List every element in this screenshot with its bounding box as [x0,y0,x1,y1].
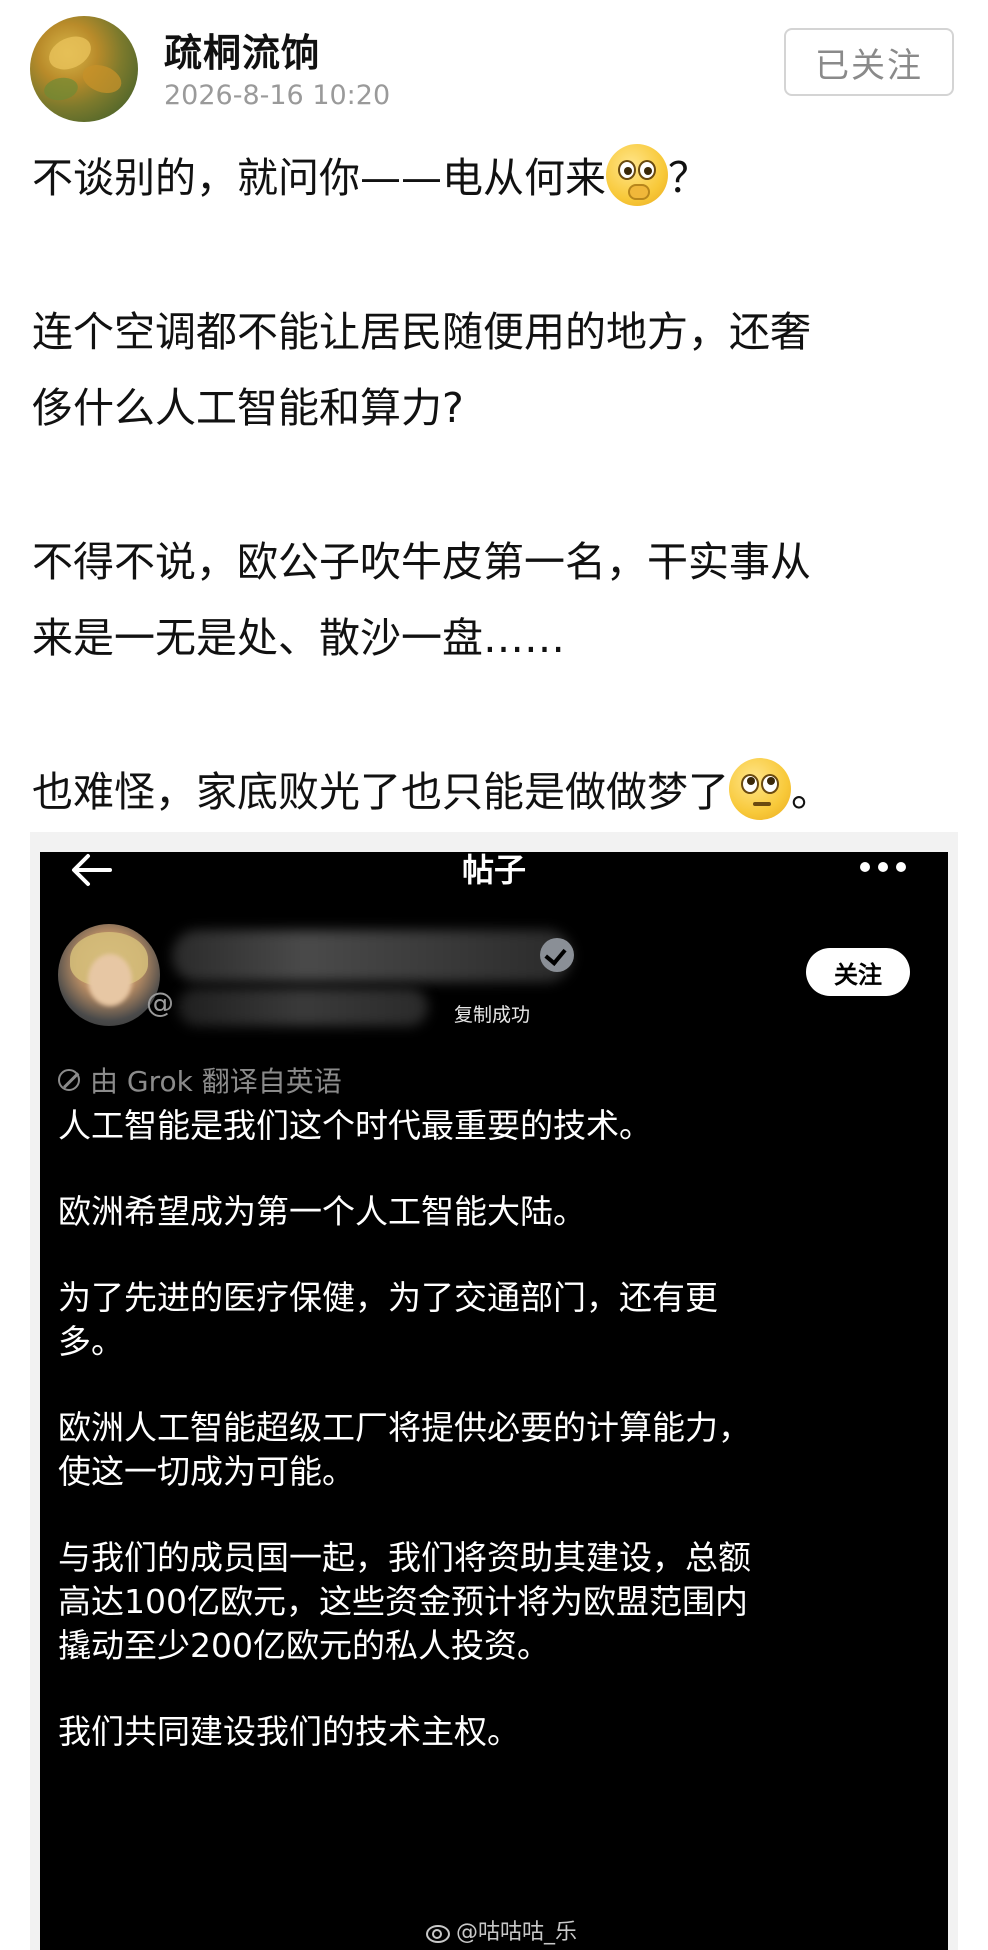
tweet-line: 人工智能是我们这个时代最重要的技术。 [58,1106,652,1145]
post-line: 也难怪，家底败光了也只能是做做梦了 [32,768,729,816]
post-line-tail: ？ [668,154,709,202]
post-text: 不谈别的，就问你——电从何来 ？ 连个空调都不能让居民随便用的地方，还奢 侈什么人… [32,140,952,830]
post-paragraph-3: 不得不说，欧公子吹牛皮第一名，干实事从 来是一无是处、散沙一盘…… [32,524,952,676]
weibo-watermark: @咕咕咕_乐 [424,1914,577,1946]
blurred-handle [178,988,428,1026]
post-paragraph-4: 也难怪，家底败光了也只能是做做梦了 。 [32,754,952,830]
post-line: 不得不说，欧公子吹牛皮第一名，干实事从 [32,538,811,586]
tweet-line: 高达100亿欧元，这些资金预计将为欧盟范围内 [58,1582,748,1621]
post-line: 不谈别的，就问你——电从何来 [32,154,606,202]
translation-note-text: 由 Grok 翻译自英语 [90,1065,342,1098]
copy-success-toast: 复制成功 [454,1004,531,1026]
grok-icon [58,1069,80,1091]
handle-prefix: @ [146,986,174,1019]
more-options-icon [860,862,906,876]
tweet-paragraph: 欧洲希望成为第一个人工智能大陆。 [58,1190,918,1234]
weibo-icon [424,1919,452,1943]
tweet-line: 多。 [58,1322,124,1361]
author-name[interactable]: 疏桐流饷 [164,22,320,77]
tweet-line: 我们共同建设我们的技术主权。 [58,1712,520,1751]
post-line-tail: 。 [791,768,832,816]
verified-badge-icon [540,938,574,972]
eye-roll-face-icon [729,758,791,820]
post-timestamp: 2026-8-16 10:20 [164,80,391,111]
translation-note: 由 Grok 翻译自英语 [58,1060,342,1100]
tweet-paragraph: 为了先进的医疗保健，为了交通部门，还有更 多。 [58,1276,918,1364]
tweet-line: 与我们的成员国一起，我们将资助其建设，总额 [58,1538,751,1577]
tweet-paragraph: 欧洲人工智能超级工厂将提供必要的计算能力， 使这一切成为可能。 [58,1406,918,1494]
post-line: 来是一无是处、散沙一盘…… [32,614,565,662]
tweet-line: 欧洲人工智能超级工厂将提供必要的计算能力， [58,1408,751,1447]
post-line: 侈什么人工智能和算力? [32,384,464,432]
shushing-face-icon [606,144,668,206]
blurred-display-name [172,930,572,982]
tweet-line: 使这一切成为可能。 [58,1452,355,1491]
tweet-line: 欧洲希望成为第一个人工智能大陆。 [58,1192,586,1231]
embedded-page-title: 帖子 [461,852,526,889]
embedded-screenshot-image[interactable]: 帖子 @ 复制成功 关注 由 Grok 翻译自英语 人工智能是我们这个时代最重要… [40,852,948,1950]
embedded-author-avatar [58,924,160,1026]
tweet-paragraph: 与我们的成员国一起，我们将资助其建设，总额 高达100亿欧元，这些资金预计将为欧盟… [58,1536,918,1668]
following-button[interactable]: 已关注 [784,28,954,96]
embedded-follow-button: 关注 [806,948,910,996]
post-paragraph-1: 不谈别的，就问你——电从何来 ？ [32,140,952,216]
tweet-line: 为了先进的医疗保健，为了交通部门，还有更 [58,1278,718,1317]
tweet-line: 撬动至少200亿欧元的私人投资。 [58,1626,550,1665]
post-paragraph-2: 连个空调都不能让居民随便用的地方，还奢 侈什么人工智能和算力? [32,294,952,446]
tweet-paragraph: 人工智能是我们这个时代最重要的技术。 [58,1104,918,1148]
author-avatar[interactable] [30,16,138,122]
embedded-tweet-text: 人工智能是我们这个时代最重要的技术。 欧洲希望成为第一个人工智能大陆。 为了先进… [58,1104,918,1754]
tweet-paragraph: 我们共同建设我们的技术主权。 [58,1710,918,1754]
watermark-text: @咕咕咕_乐 [456,1920,578,1945]
post-line: 连个空调都不能让居民随便用的地方，还奢 [32,308,811,356]
